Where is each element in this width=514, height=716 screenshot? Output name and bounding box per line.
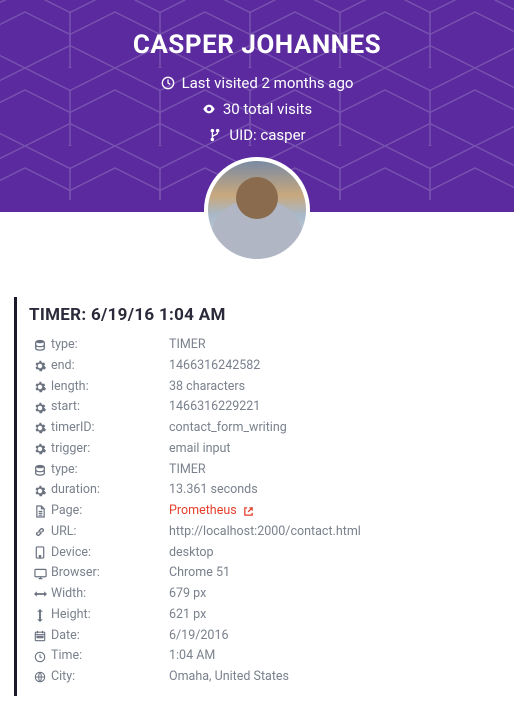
- detail-value: 621 px: [169, 606, 206, 625]
- gear-icon: [29, 443, 51, 455]
- detail-label: timerID:: [51, 419, 169, 438]
- detail-label: duration:: [51, 481, 169, 500]
- mobile-icon: [29, 546, 51, 559]
- detail-row: Height:621 px: [29, 605, 500, 626]
- detail-value: 6/19/2016: [169, 627, 229, 646]
- detail-label: City:: [51, 668, 169, 687]
- clock-icon: [161, 76, 175, 90]
- detail-label: Width:: [51, 585, 169, 604]
- total-visits-line: 30 total visits: [20, 100, 494, 118]
- detail-row: start:1466316229221: [29, 397, 500, 418]
- arrows-h-icon: [29, 589, 51, 599]
- detail-row: length:38 characters: [29, 377, 500, 398]
- detail-row: type:TIMER: [29, 460, 500, 481]
- detail-label: Page:: [51, 502, 169, 521]
- detail-label: trigger:: [51, 440, 169, 459]
- detail-value: http://localhost:2000/contact.html: [169, 523, 361, 542]
- avatar-container: [0, 157, 514, 267]
- uid-text: UID: casper: [229, 126, 305, 144]
- detail-value: Omaha, United States: [169, 668, 289, 687]
- detail-label: Date:: [51, 627, 169, 646]
- detail-row: Width:679 px: [29, 584, 500, 605]
- event-panel: TIMER: 6/19/16 1:04 AM type:TIMERend:146…: [14, 297, 500, 696]
- branch-icon: [208, 128, 222, 142]
- panel-title: TIMER: 6/19/16 1:04 AM: [29, 305, 500, 325]
- link-icon: [29, 526, 51, 538]
- detail-label: length:: [51, 378, 169, 397]
- detail-label: end:: [51, 357, 169, 376]
- detail-rows: type:TIMERend:1466316242582length:38 cha…: [29, 335, 500, 688]
- last-visited-line: Last visited 2 months ago: [20, 74, 494, 92]
- detail-row: type:TIMER: [29, 335, 500, 356]
- db-icon: [29, 464, 51, 476]
- detail-label: Height:: [51, 606, 169, 625]
- desktop-icon: [29, 568, 51, 580]
- detail-value: 679 px: [169, 585, 206, 604]
- gear-icon: [29, 422, 51, 434]
- detail-row: Time:1:04 AM: [29, 646, 500, 667]
- detail-label: Device:: [51, 544, 169, 563]
- detail-value: Chrome 51: [169, 564, 230, 583]
- detail-value: desktop: [169, 544, 214, 563]
- external-link-icon: [243, 506, 254, 517]
- file-icon: [29, 505, 51, 518]
- detail-row: Browser:Chrome 51: [29, 563, 500, 584]
- detail-row: URL:http://localhost:2000/contact.html: [29, 522, 500, 543]
- detail-label: URL:: [51, 523, 169, 542]
- detail-row: trigger:email input: [29, 439, 500, 460]
- last-visited-text: Last visited 2 months ago: [182, 74, 354, 92]
- detail-value: 13.361 seconds: [169, 481, 258, 500]
- detail-label: Time:: [51, 647, 169, 666]
- globe-icon: [29, 671, 51, 683]
- detail-value: contact_form_writing: [169, 419, 287, 438]
- detail-row: duration:13.361 seconds: [29, 480, 500, 501]
- detail-row: timerID:contact_form_writing: [29, 418, 500, 439]
- detail-value: email input: [169, 440, 231, 459]
- detail-label: type:: [51, 336, 169, 355]
- arrows-v-icon: [29, 609, 51, 622]
- detail-value: 38 characters: [169, 378, 245, 397]
- detail-value: TIMER: [169, 336, 206, 355]
- gear-icon: [29, 485, 51, 497]
- page-link[interactable]: Prometheus: [169, 502, 254, 521]
- detail-row: Date:6/19/2016: [29, 626, 500, 647]
- eye-icon: [202, 102, 216, 116]
- gear-icon: [29, 402, 51, 414]
- db-icon: [29, 339, 51, 351]
- detail-label: start:: [51, 398, 169, 417]
- detail-value: 1:04 AM: [169, 647, 215, 666]
- profile-name: CASPER JOHANNES: [20, 30, 494, 60]
- detail-row: end:1466316242582: [29, 356, 500, 377]
- avatar: [204, 157, 310, 263]
- detail-row: Device:desktop: [29, 543, 500, 564]
- detail-value: TIMER: [169, 461, 206, 480]
- calendar-icon: [29, 630, 51, 642]
- gear-icon: [29, 381, 51, 393]
- gear-icon: [29, 360, 51, 372]
- detail-label: type:: [51, 461, 169, 480]
- uid-line: UID: casper: [20, 126, 494, 144]
- detail-value: 1466316242582: [169, 357, 260, 376]
- event-card: TIMER: 6/19/16 1:04 AM type:TIMERend:146…: [0, 297, 514, 716]
- detail-row: City:Omaha, United States: [29, 667, 500, 688]
- detail-label: Browser:: [51, 564, 169, 583]
- total-visits-text: 30 total visits: [223, 100, 312, 118]
- clock-icon: [29, 651, 51, 663]
- detail-value: 1466316229221: [169, 398, 260, 417]
- detail-row: Page:Prometheus: [29, 501, 500, 522]
